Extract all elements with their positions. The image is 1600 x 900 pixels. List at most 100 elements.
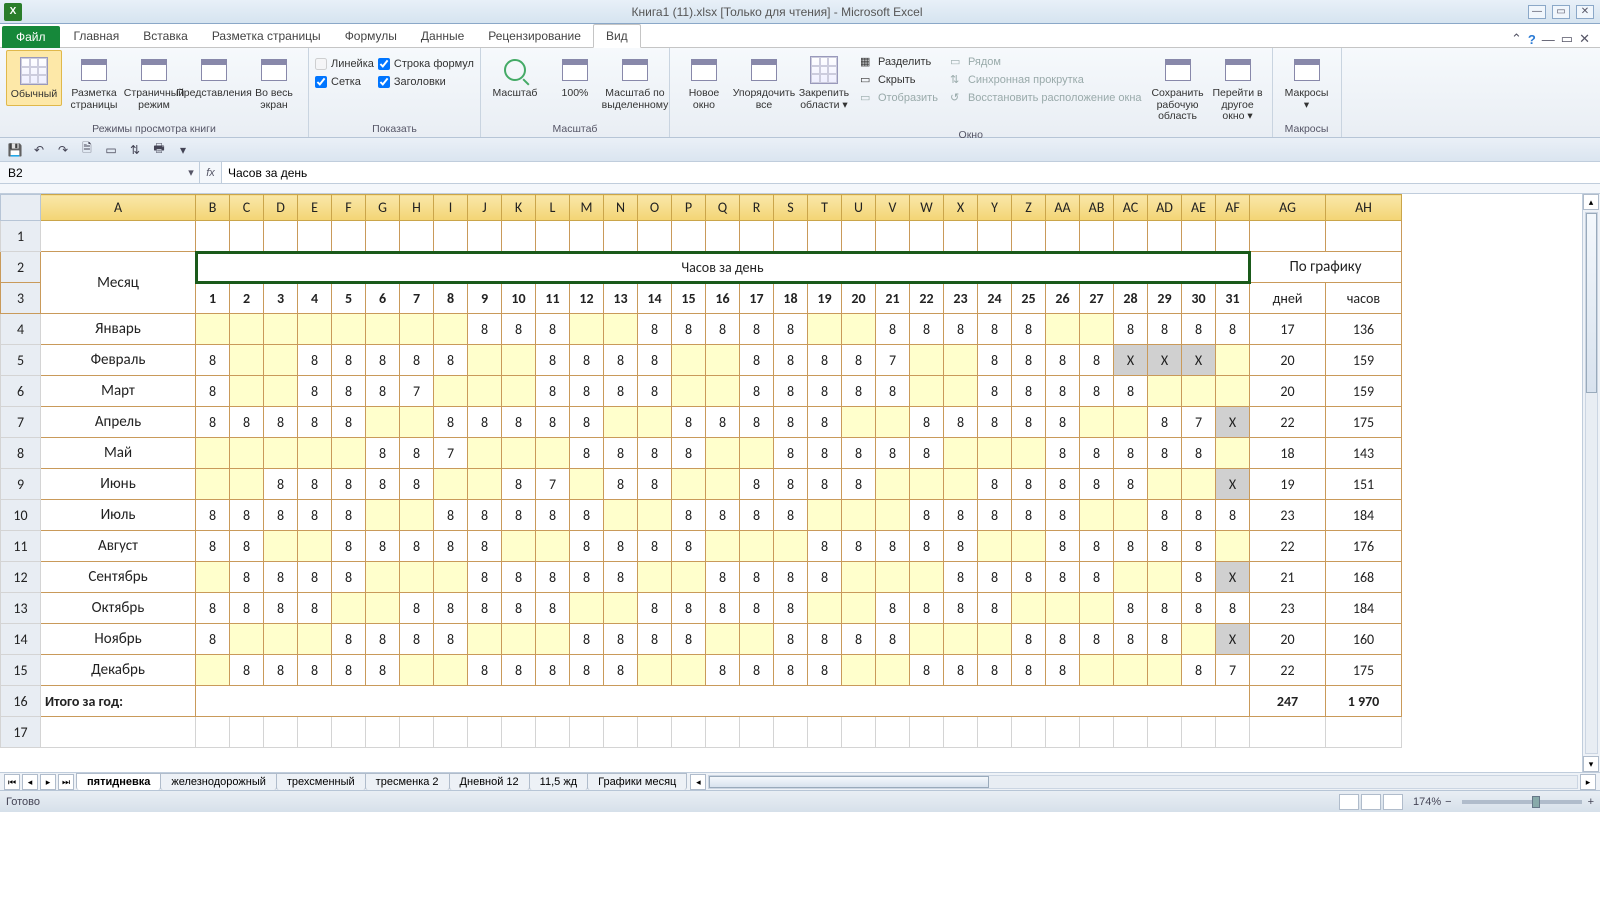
macros-button[interactable]: Макросы▾ xyxy=(1279,50,1335,115)
hours-cell[interactable] xyxy=(1046,593,1080,624)
formula-input[interactable] xyxy=(222,162,1600,183)
view-pagelayout-icon[interactable] xyxy=(1361,794,1381,810)
hours-cell[interactable]: 8 xyxy=(366,655,400,686)
hours-cell[interactable] xyxy=(230,469,264,500)
hours-cell[interactable] xyxy=(638,562,672,593)
hours-cell[interactable] xyxy=(672,655,706,686)
hours-cell[interactable]: 8 xyxy=(468,314,502,345)
hours-cell[interactable] xyxy=(298,531,332,562)
hours-cell[interactable]: 8 xyxy=(1216,500,1250,531)
hours-cell[interactable] xyxy=(366,500,400,531)
hours-cell[interactable]: 8 xyxy=(910,438,944,469)
hours-cell[interactable] xyxy=(706,469,740,500)
side-by-side-button[interactable]: ▭Рядом xyxy=(946,54,1146,70)
hours-cell[interactable] xyxy=(502,624,536,655)
hours-cell[interactable]: 8 xyxy=(978,500,1012,531)
hours-cell[interactable]: 8 xyxy=(196,500,230,531)
qat-save-icon[interactable]: 💾 xyxy=(6,141,24,159)
hours-cell[interactable] xyxy=(1148,469,1182,500)
hours-cell[interactable] xyxy=(1080,500,1114,531)
hours-cell[interactable] xyxy=(808,593,842,624)
tab-file[interactable]: Файл xyxy=(2,26,60,48)
hours-cell[interactable]: 8 xyxy=(604,624,638,655)
hours-cell[interactable] xyxy=(706,624,740,655)
hours-cell[interactable] xyxy=(400,407,434,438)
hours-cell[interactable]: 8 xyxy=(1182,655,1216,686)
col-header[interactable]: D xyxy=(264,195,298,221)
hours-cell[interactable]: 8 xyxy=(1114,593,1148,624)
hours-cell[interactable] xyxy=(230,314,264,345)
hours-cell[interactable]: 8 xyxy=(672,407,706,438)
hours-cell[interactable] xyxy=(944,345,978,376)
hours-cell[interactable]: 8 xyxy=(366,531,400,562)
hours-cell[interactable]: 7 xyxy=(1216,655,1250,686)
hours-cell[interactable] xyxy=(1080,655,1114,686)
hours-cell[interactable] xyxy=(910,624,944,655)
col-header[interactable]: L xyxy=(536,195,570,221)
row-header[interactable]: 9 xyxy=(1,469,41,500)
hours-cell[interactable]: 7 xyxy=(1182,407,1216,438)
hours-cell[interactable]: 8 xyxy=(808,438,842,469)
hours-cell[interactable] xyxy=(1216,345,1250,376)
zoom-100-button[interactable]: 100% xyxy=(547,50,603,104)
sheet-tab[interactable]: железнодорожный xyxy=(160,773,277,790)
hours-cell[interactable]: 8 xyxy=(468,531,502,562)
close-button[interactable]: ✕ xyxy=(1576,5,1594,19)
hours-cell[interactable]: 8 xyxy=(1114,314,1148,345)
hours-cell[interactable]: 8 xyxy=(1182,562,1216,593)
hours-cell[interactable]: 8 xyxy=(536,500,570,531)
hours-cell[interactable]: 8 xyxy=(910,531,944,562)
hours-cell[interactable]: 8 xyxy=(1012,345,1046,376)
hours-cell[interactable]: 8 xyxy=(1148,593,1182,624)
hours-cell[interactable]: 8 xyxy=(332,500,366,531)
unhide-button[interactable]: ▭Отобразить xyxy=(856,90,942,106)
hours-cell[interactable]: 8 xyxy=(536,562,570,593)
hours-cell[interactable]: X xyxy=(1216,624,1250,655)
zoom-in-icon[interactable]: + xyxy=(1588,796,1594,808)
hours-cell[interactable]: 8 xyxy=(332,469,366,500)
hours-cell[interactable]: 8 xyxy=(1046,655,1080,686)
hours-cell[interactable]: 8 xyxy=(264,469,298,500)
hours-cell[interactable] xyxy=(1182,469,1216,500)
hours-cell[interactable]: 8 xyxy=(502,407,536,438)
hours-cell[interactable] xyxy=(910,345,944,376)
hours-cell[interactable]: 8 xyxy=(196,345,230,376)
hours-cell[interactable] xyxy=(502,345,536,376)
hours-cell[interactable]: 8 xyxy=(842,438,876,469)
hours-cell[interactable]: 8 xyxy=(842,376,876,407)
col-header[interactable]: R xyxy=(740,195,774,221)
hours-cell[interactable]: 8 xyxy=(740,376,774,407)
hours-cell[interactable]: 8 xyxy=(434,624,468,655)
hours-cell[interactable] xyxy=(672,469,706,500)
hours-cell[interactable]: 8 xyxy=(1182,531,1216,562)
hours-cell[interactable] xyxy=(1080,593,1114,624)
hours-cell[interactable]: 8 xyxy=(1046,531,1080,562)
hours-cell[interactable]: 8 xyxy=(774,655,808,686)
hours-cell[interactable]: 8 xyxy=(196,531,230,562)
hours-cell[interactable]: 8 xyxy=(400,469,434,500)
hours-cell[interactable] xyxy=(604,500,638,531)
hours-cell[interactable]: 8 xyxy=(230,562,264,593)
col-header[interactable]: W xyxy=(910,195,944,221)
hours-cell[interactable] xyxy=(672,345,706,376)
hours-cell[interactable]: 8 xyxy=(230,500,264,531)
hours-cell[interactable] xyxy=(196,655,230,686)
hours-cell[interactable]: X xyxy=(1114,345,1148,376)
hours-cell[interactable]: 8 xyxy=(1182,314,1216,345)
hours-cell[interactable] xyxy=(638,655,672,686)
hours-cell[interactable]: 8 xyxy=(604,345,638,376)
hours-cell[interactable]: 8 xyxy=(298,500,332,531)
col-header[interactable]: Z xyxy=(1012,195,1046,221)
sheet-tab[interactable]: Графики месяц xyxy=(587,773,687,790)
hours-cell[interactable] xyxy=(264,376,298,407)
hours-cell[interactable] xyxy=(842,314,876,345)
hours-cell[interactable] xyxy=(740,438,774,469)
hours-cell[interactable] xyxy=(672,562,706,593)
hours-cell[interactable]: 8 xyxy=(638,345,672,376)
hours-cell[interactable] xyxy=(400,314,434,345)
hours-cell[interactable]: 8 xyxy=(332,531,366,562)
hours-cell[interactable] xyxy=(298,438,332,469)
name-box[interactable]: ▾ xyxy=(0,162,200,183)
hours-cell[interactable]: 8 xyxy=(536,345,570,376)
hours-cell[interactable]: 8 xyxy=(332,624,366,655)
